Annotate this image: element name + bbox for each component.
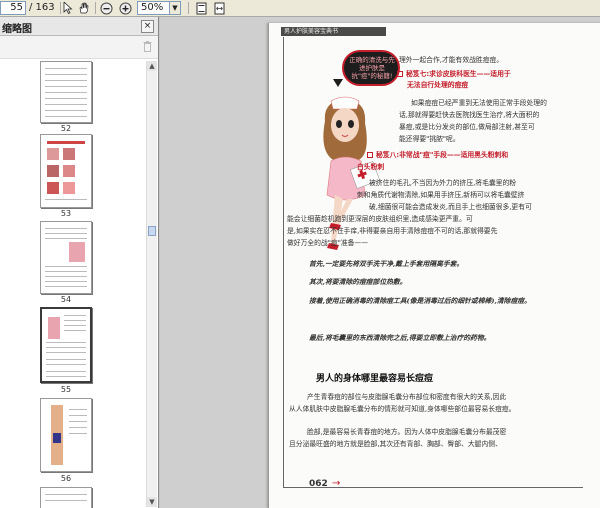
body-text: 能会让细菌趁机跑到更深层的皮肤组织里,造成感染更严重。可 — [287, 215, 473, 223]
body-text: 暴痘,或是比分发炎的部位,做局部注射,甚至可 — [399, 123, 535, 131]
trash-icon[interactable] — [143, 41, 152, 52]
thumbnail-label: 52 — [60, 124, 72, 133]
body-text: 做好万全的战"痘"准备—— — [287, 239, 369, 247]
page-total-label: / 163 — [29, 2, 55, 13]
select-cursor-icon[interactable] — [60, 1, 76, 15]
body-text: 脸部,是最容易长青春痘的地方。因为人体中皮脂腺毛囊分布最茂密 — [307, 428, 507, 436]
page-thumbnail[interactable] — [40, 221, 92, 294]
document-page: 男人护肤美容宝典书 正确的清洗与先进护肤是抗"痘"的秘籍! 理外一起合作,才能有… — [268, 23, 600, 508]
close-icon[interactable]: × — [141, 20, 154, 33]
body-text: 是,如果实在忍不住手痒,非得要亲自用手清除痘痘不可的话,那就得要先 — [287, 227, 498, 235]
square-bullet-icon — [397, 71, 403, 77]
thumbnail-label: 53 — [60, 209, 72, 218]
page-thumbnail[interactable] — [40, 487, 92, 508]
body-text: 能还得要"挑脓"呢。 — [399, 135, 460, 143]
page-rule — [283, 37, 284, 487]
panel-header: 缩略图 × — [0, 17, 158, 36]
panel-toolbar — [0, 36, 158, 59]
square-bullet-icon — [367, 152, 373, 158]
step-text: 最后,将毛囊里的东西清除完之后,得要立即敷上治疗的药物。 — [309, 334, 491, 342]
zoom-out-icon[interactable] — [98, 1, 114, 15]
body-text: 且分泌最旺盛的地方就是脸部,其次还有背部、胸部、臀部、大腿内侧、 — [289, 440, 502, 448]
body-text: 产生青春痘的部位与皮脂腺毛囊分布部位和密度有很大的关系,因此 — [307, 393, 507, 401]
document-view[interactable]: 男人护肤美容宝典书 正确的清洗与先进护肤是抗"痘"的秘籍! 理外一起合作,才能有… — [160, 17, 600, 508]
right-arrow-icon: → — [332, 478, 341, 489]
thumbnail-scrollbar[interactable]: ▲ ▼ — [146, 61, 157, 507]
panel-title: 缩略图 — [2, 24, 32, 35]
subheading-text: 秘笈七:求诊皮肤科医生——适用于 — [397, 69, 511, 79]
toolbar-separator — [95, 2, 96, 14]
step-text: 其次,将要清除的痘痘部位热敷。 — [309, 278, 407, 286]
body-text: 理外一起合作,才能有效战胜痘痘。 — [399, 56, 504, 64]
scroll-down-icon[interactable]: ▼ — [147, 497, 157, 507]
body-text: 被挤住的毛孔,不当因为外力的挤压,将毛囊里的粉 — [369, 179, 517, 187]
page-number: 062 — [309, 479, 328, 489]
zoom-dropdown-button[interactable]: ▼ — [170, 1, 181, 15]
body-text: 破,细菌很可能会造成发炎,而且手上也细菌很多,更有可 — [369, 203, 532, 211]
section-title: 男人的身体哪里最容易长痘痘 — [316, 374, 434, 384]
page-thumbnail-selected[interactable] — [40, 307, 92, 383]
bubble-text: 正确的清洗与先进护肤是抗"痘"的秘籍! — [349, 56, 395, 80]
thumbnail-label: 56 — [60, 474, 72, 483]
body-text: 刺和角质代谢物清除,如果用手挤压,新柄可以将毛囊壁挤 — [357, 191, 525, 199]
hand-tool-icon[interactable] — [76, 1, 92, 15]
running-head: 男人护肤美容宝典书 — [281, 27, 386, 36]
subheading-text: 秘笈八:非常战"痘"手段——适用黑头粉刺和 — [367, 150, 508, 160]
page-thumbnail[interactable] — [40, 134, 92, 208]
page-rule — [283, 487, 583, 488]
thumbnails-panel: 缩略图 × 52 53 54 55 56 ▲ ▼ — [0, 17, 159, 508]
page-thumbnail[interactable] — [40, 398, 92, 472]
step-text: 首先,一定要先将双手洗干净,戴上手套用隔离手套。 — [309, 260, 464, 268]
fit-page-icon[interactable] — [193, 1, 209, 15]
speech-bubble-tail — [333, 79, 343, 87]
scroll-up-icon[interactable]: ▲ — [147, 61, 157, 71]
toolbar-separator — [188, 2, 189, 14]
page-number-input[interactable]: 55 — [0, 1, 26, 15]
thumbnail-label: 54 — [60, 295, 72, 304]
body-text: 从人体肌肤中皮脂腺毛囊分布的情形就可知道,身体哪些部位最容易长痘痘。 — [289, 405, 516, 413]
zoom-in-icon[interactable] — [117, 1, 133, 15]
fit-width-icon[interactable] — [211, 1, 227, 15]
scrollbar-thumb[interactable] — [148, 226, 156, 236]
subheading-text: 白头粉刺 — [357, 163, 385, 171]
toolbar: 55 / 163 50% ▼ — [0, 0, 600, 17]
thumbnail-label: 55 — [60, 385, 72, 394]
step-text: 接着,使用正确消毒的清除痘工具(像是消毒过后的细针或棉棒),清除痘痘。 — [309, 297, 531, 305]
zoom-level-input[interactable]: 50% — [137, 1, 170, 15]
subheading-text: 无法自行处理的痘痘 — [407, 81, 469, 89]
body-text: 如果痘痘已经严重到无法使用正常手段处理的 — [411, 99, 547, 107]
speech-bubble: 正确的清洗与先进护肤是抗"痘"的秘籍! — [342, 50, 400, 86]
page-thumbnail[interactable] — [40, 61, 92, 123]
body-text: 话,那就得要赶快去医院找医生治疗,将大面积的 — [399, 111, 540, 119]
